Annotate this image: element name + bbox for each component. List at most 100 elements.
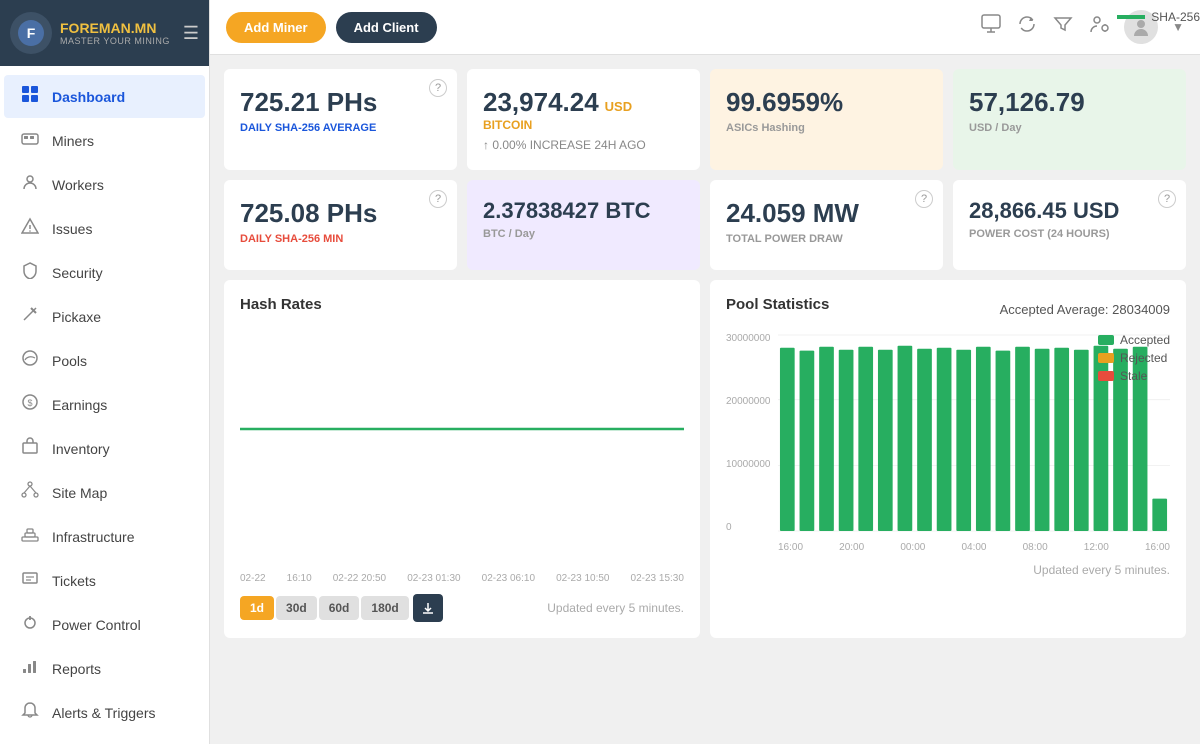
power-cost-label: POWER COST (24 HOURS) <box>969 228 1170 240</box>
info-icon-1[interactable]: ? <box>429 79 447 97</box>
svg-text:$: $ <box>27 398 32 408</box>
power-control-icon <box>18 613 42 636</box>
security-icon <box>18 261 42 284</box>
sidebar-item-inventory-label: Inventory <box>52 441 110 457</box>
tickets-icon <box>18 569 42 592</box>
time-btn-30d[interactable]: 30d <box>276 596 317 620</box>
sidebar-item-dashboard-label: Dashboard <box>52 89 125 105</box>
sidebar-item-miners-label: Miners <box>52 133 94 149</box>
btc-day-value: 2.37838427 BTC <box>483 198 684 224</box>
bitcoin-currency: USD <box>605 99 632 114</box>
filter-icon[interactable] <box>1052 13 1074 41</box>
sidebar-header: F FOREMAN.MN MASTER YOUR MINING ☰ <box>0 0 209 66</box>
hash-rate-chart: Hash Rates SHA-256 02-22 16:10 02-22 20:… <box>224 280 700 638</box>
issues-icon <box>18 217 42 240</box>
bitcoin-label: BITCOIN <box>483 118 684 132</box>
earnings-icon: $ <box>18 393 42 416</box>
pool-accepted-avg: Accepted Average: 28034009 <box>1000 302 1170 317</box>
monitor-icon[interactable] <box>980 13 1002 41</box>
pool-chart-title: Pool Statistics <box>726 296 829 313</box>
sidebar-item-alerts-label: Alerts & Triggers <box>52 705 155 721</box>
sidebar-item-tickets[interactable]: Tickets <box>4 559 205 602</box>
hash-svg <box>240 329 684 529</box>
rejected-label: Rejected <box>1120 351 1167 365</box>
brand-sub: MASTER YOUR MINING <box>60 36 170 46</box>
svg-text:F: F <box>27 25 36 41</box>
refresh-icon[interactable] <box>1016 13 1038 41</box>
stat-card-hash-avg: ? 725.21 PHs DAILY SHA-256 AVERAGE <box>224 69 457 170</box>
pool-legend-accepted: Accepted <box>1098 333 1170 347</box>
sidebar-nav: Dashboard Miners Workers Issues Security <box>0 66 209 743</box>
sidebar-item-dashboard[interactable]: Dashboard <box>4 75 205 118</box>
stat-card-power-cost: ? 28,866.45 USD POWER COST (24 HOURS) <box>953 180 1186 270</box>
hash-min-label: DAILY SHA-256 MIN <box>240 233 441 245</box>
time-btn-180d[interactable]: 180d <box>361 596 408 620</box>
hamburger-icon[interactable]: ☰ <box>183 23 199 44</box>
hash-avg-label: DAILY SHA-256 AVERAGE <box>240 122 441 134</box>
sidebar-item-infrastructure[interactable]: Infrastructure <box>4 515 205 558</box>
sidebar-item-miners[interactable]: Miners <box>4 119 205 162</box>
stats-grid-row2: ? 725.08 PHs DAILY SHA-256 MIN 2.3783842… <box>224 180 1186 270</box>
dashboard-icon <box>18 85 42 108</box>
usd-day-label: USD / Day <box>969 122 1170 134</box>
user-gear-icon[interactable] <box>1088 13 1110 41</box>
stat-card-power: ? 24.059 MW TOTAL POWER DRAW <box>710 180 943 270</box>
infrastructure-icon <box>18 525 42 548</box>
sidebar-item-alerts[interactable]: Alerts & Triggers <box>4 691 205 734</box>
dashboard-content: ? 725.21 PHs DAILY SHA-256 AVERAGE 23,97… <box>210 55 1200 744</box>
download-button[interactable] <box>413 594 443 622</box>
hash-update-text: Updated every 5 minutes. <box>547 601 684 615</box>
pool-chart-header: Pool Statistics Accepted Average: 280340… <box>726 296 1170 323</box>
sidebar-item-workers[interactable]: Workers <box>4 163 205 206</box>
sidebar-item-pickaxe-label: Pickaxe <box>52 309 101 325</box>
sidebar-item-power-control[interactable]: Power Control <box>4 603 205 646</box>
stat-card-usd-day: 57,126.79 USD / Day <box>953 69 1186 170</box>
hash-chart-area <box>240 329 684 569</box>
pickaxe-icon <box>18 305 42 328</box>
power-cost-value: 28,866.45 USD <box>969 198 1170 224</box>
stat-card-btc-day: 2.37838427 BTC BTC / Day <box>467 180 700 270</box>
stale-label: Stale <box>1120 369 1147 383</box>
hash-chart-footer: 1d 30d 60d 180d Updated every 5 minutes. <box>240 594 684 622</box>
pool-y-axis: 30000000 20000000 10000000 0 <box>726 333 774 533</box>
bitcoin-value: 23,974.24 <box>483 87 599 118</box>
sidebar-item-sitemap-label: Site Map <box>52 485 107 501</box>
time-btn-60d[interactable]: 60d <box>319 596 360 620</box>
stat-card-hash-min: ? 725.08 PHs DAILY SHA-256 MIN <box>224 180 457 270</box>
add-miner-button[interactable]: Add Miner <box>226 12 326 43</box>
bitcoin-increase: ↑ 0.00% INCREASE 24H AGO <box>483 138 684 152</box>
pool-legend: Accepted Rejected Stale <box>1098 333 1170 383</box>
sidebar-item-sitemap[interactable]: Site Map <box>4 471 205 514</box>
info-icon-7[interactable]: ? <box>915 190 933 208</box>
info-icon-8[interactable]: ? <box>1158 190 1176 208</box>
sidebar-item-security[interactable]: Security <box>4 251 205 294</box>
topbar: Add Miner Add Client ▼ <box>210 0 1200 55</box>
sidebar-item-pickaxe[interactable]: Pickaxe <box>4 295 205 338</box>
sidebar: F FOREMAN.MN MASTER YOUR MINING ☰ Dashbo… <box>0 0 210 744</box>
info-icon-5[interactable]: ? <box>429 190 447 208</box>
asic-value: 99.6959% <box>726 87 927 118</box>
sidebar-item-reports[interactable]: Reports <box>4 647 205 690</box>
stale-color <box>1098 371 1114 381</box>
inventory-icon <box>18 437 42 460</box>
sidebar-item-earnings[interactable]: $ Earnings <box>4 383 205 426</box>
asic-label: ASICs Hashing <box>726 122 927 134</box>
usd-day-value: 57,126.79 <box>969 87 1170 118</box>
sidebar-item-reports-label: Reports <box>52 661 101 677</box>
sidebar-item-inventory[interactable]: Inventory <box>4 427 205 470</box>
btc-day-label: BTC / Day <box>483 228 684 240</box>
pool-stats-chart: Pool Statistics Accepted Average: 280340… <box>710 280 1186 638</box>
hash-chart-title: Hash Rates <box>240 296 322 313</box>
stats-grid-row1: ? 725.21 PHs DAILY SHA-256 AVERAGE 23,97… <box>224 69 1186 170</box>
sidebar-item-pools[interactable]: Pools <box>4 339 205 382</box>
sidebar-item-issues[interactable]: Issues <box>4 207 205 250</box>
time-btn-1d[interactable]: 1d <box>240 596 274 620</box>
add-client-button[interactable]: Add Client <box>336 12 437 43</box>
sidebar-item-pools-label: Pools <box>52 353 87 369</box>
pool-update-text: Updated every 5 minutes. <box>1033 563 1170 577</box>
main-area: Add Miner Add Client ▼ <box>210 0 1200 744</box>
reports-icon <box>18 657 42 680</box>
accepted-color <box>1098 335 1114 345</box>
sidebar-item-power-control-label: Power Control <box>52 617 141 633</box>
stat-card-asic: 99.6959% ASICs Hashing <box>710 69 943 170</box>
